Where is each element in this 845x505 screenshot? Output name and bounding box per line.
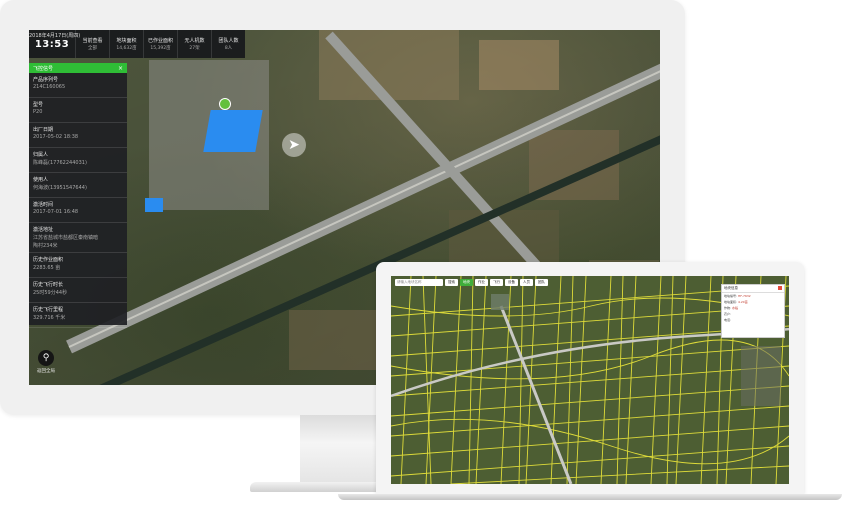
info-value: 江苏省盐城市盐都区秦南镇暗 bbox=[33, 235, 99, 241]
laptop-map-view[interactable]: 请输入地块名称 搜索 地块 作业 飞行 设备 人员 团队 地块信息 地块编号: … bbox=[391, 276, 789, 484]
stat-label: 当前查看 bbox=[82, 38, 103, 44]
info-label: 激活地址 bbox=[33, 227, 54, 233]
clock-widget: 2018年4月17日(周四) 13:53 bbox=[29, 30, 81, 58]
popup-label: 电话: bbox=[724, 318, 732, 322]
toolbar-button-search[interactable]: 搜索 bbox=[445, 279, 458, 286]
info-value: P20 bbox=[33, 109, 43, 115]
close-icon[interactable]: × bbox=[118, 65, 123, 72]
toolbar-button-people[interactable]: 人员 bbox=[520, 279, 533, 286]
info-row-owner: 归属人 陈峰磊(17762244031) bbox=[29, 148, 127, 173]
monitor-stand bbox=[300, 415, 385, 485]
info-row-history-area: 历史作业面积 2283.65 亩 bbox=[29, 253, 127, 278]
info-label: 历史作业面积 bbox=[33, 257, 64, 263]
return-global-label: 返回全局 bbox=[37, 369, 55, 374]
current-date: 2018年4月17日(周四) bbox=[29, 33, 81, 39]
toolbar-button-jobs[interactable]: 作业 bbox=[475, 279, 488, 286]
panel-header: 飞控信号 × bbox=[29, 63, 127, 73]
stat-label: 已作业面积 bbox=[147, 38, 173, 44]
stat-current-view[interactable]: 当前查看 全部 bbox=[75, 30, 109, 58]
popup-label: 农户: bbox=[724, 312, 732, 316]
stat-value: 15,392亩 bbox=[150, 46, 171, 51]
plot-search-input[interactable]: 请输入地块名称 bbox=[395, 279, 443, 286]
map-field bbox=[479, 40, 559, 90]
stat-value: 全部 bbox=[88, 46, 97, 51]
popup-value: HF-7632 bbox=[737, 294, 751, 298]
info-row-activation-address: 激活地址 江苏省盐城市盐都区秦南镇暗 陶村234米 bbox=[29, 223, 127, 253]
stat-label: 无人机数 bbox=[184, 38, 205, 44]
popup-value: 水稻 bbox=[731, 306, 738, 310]
device-info-panel: 飞控信号 × 产品序列号 214C160065 型号 P20 出厂日期 2017… bbox=[29, 63, 127, 328]
map-field bbox=[449, 210, 559, 270]
stat-drone-count: 无人机数 27架 bbox=[177, 30, 211, 58]
info-row-activation-time: 激活时间 2017-07-01 16:48 bbox=[29, 198, 127, 223]
info-label: 激活时间 bbox=[33, 202, 54, 208]
info-label: 历史飞行时长 bbox=[33, 282, 64, 288]
info-row-history-distance: 历史飞行里程 329.716 千米 bbox=[29, 303, 127, 328]
return-global-button[interactable]: ⚲ 返回全局 bbox=[36, 350, 56, 374]
stat-label: 团队人数 bbox=[218, 38, 239, 44]
toolbar-button-plots[interactable]: 地块 bbox=[460, 279, 473, 286]
popup-label: 地块编号: bbox=[724, 294, 738, 298]
info-row-model: 型号 P20 bbox=[29, 98, 127, 123]
info-value: 214C160065 bbox=[33, 84, 66, 90]
stat-value: 14,632亩 bbox=[116, 46, 137, 51]
current-time: 13:53 bbox=[34, 39, 70, 50]
info-value: 陈峰磊(17762244031) bbox=[33, 160, 87, 166]
info-value: 2017-05-02 18:38 bbox=[33, 134, 79, 140]
info-label: 出厂日期 bbox=[33, 127, 54, 133]
toolbar-button-devices[interactable]: 设备 bbox=[505, 279, 518, 286]
info-label: 归属人 bbox=[33, 152, 49, 158]
stat-value: 8人 bbox=[224, 46, 233, 51]
info-row-history-duration: 历史飞行时长 25时59分44秒 bbox=[29, 278, 127, 303]
info-label: 产品序列号 bbox=[33, 77, 59, 83]
info-row-user: 使用人 何海波(13951547644) bbox=[29, 173, 127, 198]
close-icon[interactable] bbox=[778, 286, 782, 290]
info-value: 2283.65 亩 bbox=[33, 265, 61, 271]
laptop: 请输入地块名称 搜索 地块 作业 飞行 设备 人员 团队 地块信息 地块编号: … bbox=[338, 262, 842, 502]
panel-title: 飞控信号 bbox=[33, 65, 54, 72]
laptop-toolbar: 请输入地块名称 搜索 地块 作业 飞行 设备 人员 团队 bbox=[395, 279, 548, 287]
popup-value: 4.20亩 bbox=[737, 300, 748, 304]
info-value: 陶村234米 bbox=[33, 243, 58, 249]
stat-team-size: 团队人数 8人 bbox=[211, 30, 245, 58]
stat-worked-area: 已作业面积 15,392亩 bbox=[143, 30, 177, 58]
map-building-highlight bbox=[145, 198, 163, 212]
info-row-serial: 产品序列号 214C160065 bbox=[29, 73, 127, 98]
info-value: 25时59分44秒 bbox=[33, 290, 68, 296]
laptop-base bbox=[338, 494, 842, 500]
popup-label: 作物: bbox=[724, 306, 732, 310]
compass-icon[interactable]: ➤ bbox=[282, 133, 306, 157]
stat-label: 地块面积 bbox=[116, 38, 137, 44]
drone-location-marker[interactable] bbox=[219, 98, 231, 110]
popup-row: 电话: bbox=[722, 317, 784, 323]
plot-info-popup: 地块信息 地块编号: HF-7632 地块面积: 4.20亩 作物: 水稻 农户… bbox=[721, 284, 785, 338]
info-value: 何海波(13951547644) bbox=[33, 185, 87, 191]
location-pin-icon: ⚲ bbox=[38, 350, 54, 366]
toolbar-button-flights[interactable]: 飞行 bbox=[490, 279, 503, 286]
stat-plot-area: 地块面积 14,632亩 bbox=[109, 30, 143, 58]
info-label: 历史飞行里程 bbox=[33, 307, 64, 313]
popup-label: 地块面积: bbox=[724, 300, 738, 304]
laptop-lid: 请输入地块名称 搜索 地块 作业 飞行 设备 人员 团队 地块信息 地块编号: … bbox=[376, 262, 804, 494]
info-value: 329.716 千米 bbox=[33, 315, 66, 321]
info-row-factory-date: 出厂日期 2017-05-02 18:38 bbox=[29, 123, 127, 148]
toolbar-button-teams[interactable]: 团队 bbox=[535, 279, 548, 286]
info-value: 2017-07-01 16:48 bbox=[33, 209, 79, 215]
stat-value: 27架 bbox=[189, 46, 200, 51]
info-label: 型号 bbox=[33, 102, 44, 108]
stats-bar: 2018年4月17日(周四) 13:53 当前查看 全部 地块面积 14,632… bbox=[29, 30, 245, 58]
map-building-highlight bbox=[203, 110, 263, 152]
popup-title: 地块信息 bbox=[722, 285, 784, 293]
info-label: 使用人 bbox=[33, 177, 49, 183]
